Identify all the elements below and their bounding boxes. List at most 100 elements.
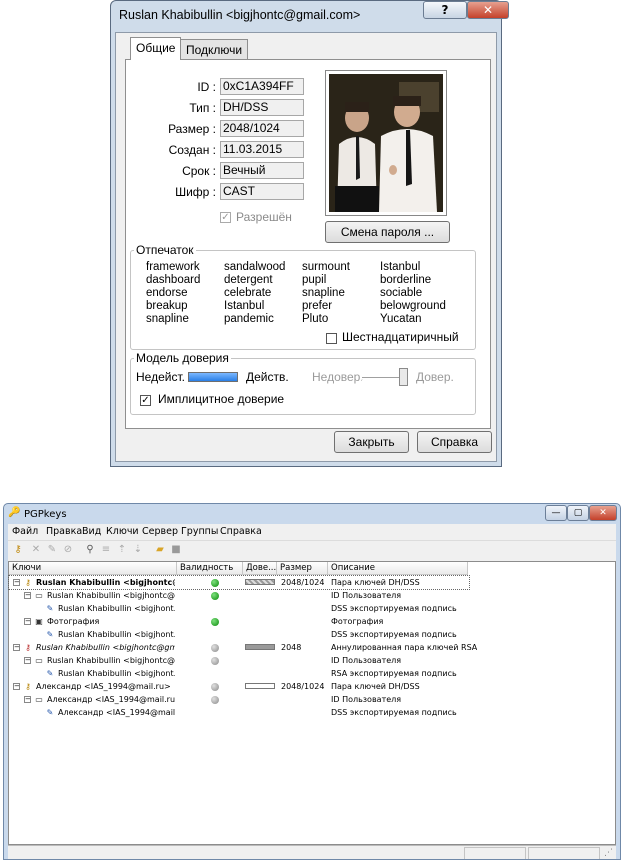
- expand-toggle-icon[interactable]: −: [13, 683, 20, 690]
- tab-general[interactable]: Общие: [130, 37, 182, 60]
- fingerprint-word: sociable: [380, 287, 423, 299]
- implicit-trust-checkbox[interactable]: ✓: [140, 395, 151, 406]
- app-keys-icon: 🔑: [8, 507, 21, 518]
- keypair-icon: ⚷: [25, 682, 31, 691]
- table-row[interactable]: − ⚷ Александр <IAS_1994@mail.ru> 2048/1024 П…: [9, 680, 615, 693]
- key-description: ID Пользователя: [331, 656, 402, 665]
- table-row[interactable]: − ▭ Ruslan Khabibullin <bigjhontc@... ID По…: [9, 654, 615, 667]
- key-photo[interactable]: [325, 70, 447, 216]
- type-field[interactable]: DH/DSS: [220, 99, 304, 116]
- type-label: Тип :: [189, 101, 216, 115]
- keys-list[interactable]: Ключи Валидность Дове... Размер Описание…: [8, 561, 616, 845]
- created-field[interactable]: 11.03.2015: [220, 141, 304, 158]
- help-button[interactable]: Справка: [417, 431, 492, 453]
- new-key-icon[interactable]: ⚷: [12, 544, 24, 556]
- key-name: Ruslan Khabibullin <bigjhontc@...: [47, 656, 175, 665]
- fingerprint-word: Istanbul: [224, 300, 265, 312]
- expand-toggle-icon[interactable]: −: [24, 696, 31, 703]
- key-description: Аннулированная пара ключей RSA: [331, 643, 478, 652]
- hex-checkbox[interactable]: [326, 333, 337, 344]
- expires-field[interactable]: Вечный: [220, 162, 304, 179]
- key-description: ID Пользователя: [331, 695, 402, 704]
- table-row[interactable]: − ⚷ Ruslan Khabibullin <bigjhontc@gm... 204…: [9, 641, 615, 654]
- send-to-server-icon[interactable]: ⇡: [116, 544, 128, 556]
- id-field[interactable]: 0xC1A394FF: [220, 78, 304, 95]
- col-size-header[interactable]: Размер: [277, 562, 328, 575]
- id-label: ID :: [197, 80, 216, 94]
- menu-file[interactable]: Файл: [12, 526, 38, 537]
- window-close-button[interactable]: ✕: [589, 505, 617, 521]
- table-row[interactable]: −⚷ Ruslan Khabibullin <bigjhontc@g... 2048…: [8, 575, 470, 590]
- menu-view[interactable]: Вид: [82, 526, 101, 537]
- validity-bar: [188, 372, 238, 382]
- fingerprint-word: breakup: [146, 300, 188, 312]
- keypair-icon: ⚷: [25, 578, 31, 587]
- fingerprint-word: framework: [146, 261, 200, 273]
- cipher-field[interactable]: CAST: [220, 183, 304, 200]
- minimize-button[interactable]: —: [545, 505, 567, 521]
- expand-toggle-icon[interactable]: −: [24, 618, 31, 625]
- revoke-icon[interactable]: ⊘: [62, 544, 74, 556]
- expand-toggle-icon[interactable]: −: [24, 592, 31, 599]
- key-description: DSS экспортируемая подпись: [331, 604, 457, 613]
- key-name: Ruslan Khabibullin <bigjhontc@g...: [36, 578, 175, 587]
- import-icon[interactable]: ▰: [154, 544, 166, 556]
- validity-indicator-icon: [211, 696, 219, 704]
- valid-label: Действ.: [246, 370, 289, 384]
- size-grip-icon[interactable]: ⋰: [604, 848, 613, 858]
- get-from-server-icon[interactable]: ⇣: [132, 544, 144, 556]
- key-name: Александр <IAS_1994@mail.ru>: [47, 695, 175, 704]
- size-field[interactable]: 2048/1024: [220, 120, 304, 137]
- maximize-button[interactable]: ▢: [567, 505, 589, 521]
- tab-subkeys[interactable]: Подключи: [180, 39, 249, 59]
- delete-icon[interactable]: ✕: [30, 544, 42, 556]
- table-row[interactable]: ✎ Александр <IAS_1994@mail.... DSS экспорт…: [9, 706, 615, 719]
- key-properties-dialog: Ruslan Khabibullin <bigjhontc@gmail.com>…: [110, 0, 509, 467]
- col-keys-header[interactable]: Ключи: [9, 562, 177, 575]
- table-row[interactable]: ✎ Ruslan Khabibullin <bigjhont... DSS эксп…: [9, 628, 615, 641]
- key-description: DSS экспортируемая подпись: [331, 630, 457, 639]
- userid-icon: ▭: [35, 656, 43, 665]
- table-row[interactable]: ✎ Ruslan Khabibullin <bigjhont... DSS эксп…: [9, 602, 615, 615]
- table-row[interactable]: − ▭ Александр <IAS_1994@mail.ru> ID Пользов…: [9, 693, 615, 706]
- menu-edit[interactable]: Правка: [46, 526, 82, 537]
- fingerprint-word: endorse: [146, 287, 188, 299]
- menu-server[interactable]: Сервер: [142, 526, 178, 537]
- trusted-label: Довер.: [416, 370, 454, 384]
- menu-keys[interactable]: Ключи: [106, 526, 139, 537]
- close-button[interactable]: Закрыть: [334, 431, 409, 453]
- menu-bar: Файл Правка Вид Ключи Сервер Группы Спра…: [8, 524, 616, 540]
- key-description: DSS экспортируемая подпись: [331, 708, 457, 717]
- change-password-button[interactable]: Смена пароля ...: [325, 221, 450, 243]
- enabled-label: Разрешён: [236, 210, 292, 224]
- key-name: Фотография: [47, 617, 100, 626]
- col-trust-header[interactable]: Дове...: [243, 562, 277, 575]
- table-row[interactable]: ✎ Ruslan Khabibullin <bigjhont... RSA эксп…: [9, 667, 615, 680]
- dialog-close-button[interactable]: ✕: [467, 1, 509, 19]
- menu-help[interactable]: Справка: [220, 526, 262, 537]
- key-name: Ruslan Khabibullin <bigjhont...: [58, 630, 175, 639]
- expand-toggle-icon[interactable]: −: [13, 644, 20, 651]
- signature-icon: ✎: [46, 708, 54, 717]
- fingerprint-word: sandalwood: [224, 261, 286, 273]
- export-icon[interactable]: ■: [170, 544, 182, 556]
- dialog-help-button[interactable]: ?: [423, 1, 467, 19]
- menu-groups[interactable]: Группы: [181, 526, 218, 537]
- validity-indicator-icon: [211, 644, 219, 652]
- table-row[interactable]: − ▭ Ruslan Khabibullin <bigjhontc@... ID По…: [9, 589, 615, 602]
- trust-model-title: Модель доверия: [134, 351, 231, 365]
- trust-slider-thumb[interactable]: [399, 368, 409, 386]
- enabled-checkbox[interactable]: ✓: [220, 212, 231, 223]
- expand-toggle-icon[interactable]: −: [24, 657, 31, 664]
- cipher-label: Шифр :: [175, 185, 216, 199]
- sign-icon[interactable]: ✎: [46, 544, 58, 556]
- expand-toggle-icon[interactable]: −: [13, 579, 20, 586]
- col-validity-header[interactable]: Валидность: [177, 562, 243, 575]
- col-description-header[interactable]: Описание: [328, 562, 468, 575]
- fingerprint-word: dashboard: [146, 274, 201, 286]
- table-row[interactable]: − ▣ Фотография Фотография: [9, 615, 615, 628]
- properties-icon[interactable]: ≡: [100, 544, 112, 556]
- created-label: Создан :: [168, 143, 216, 157]
- search-icon[interactable]: ⚲: [84, 544, 96, 556]
- validity-indicator-icon: [211, 579, 219, 587]
